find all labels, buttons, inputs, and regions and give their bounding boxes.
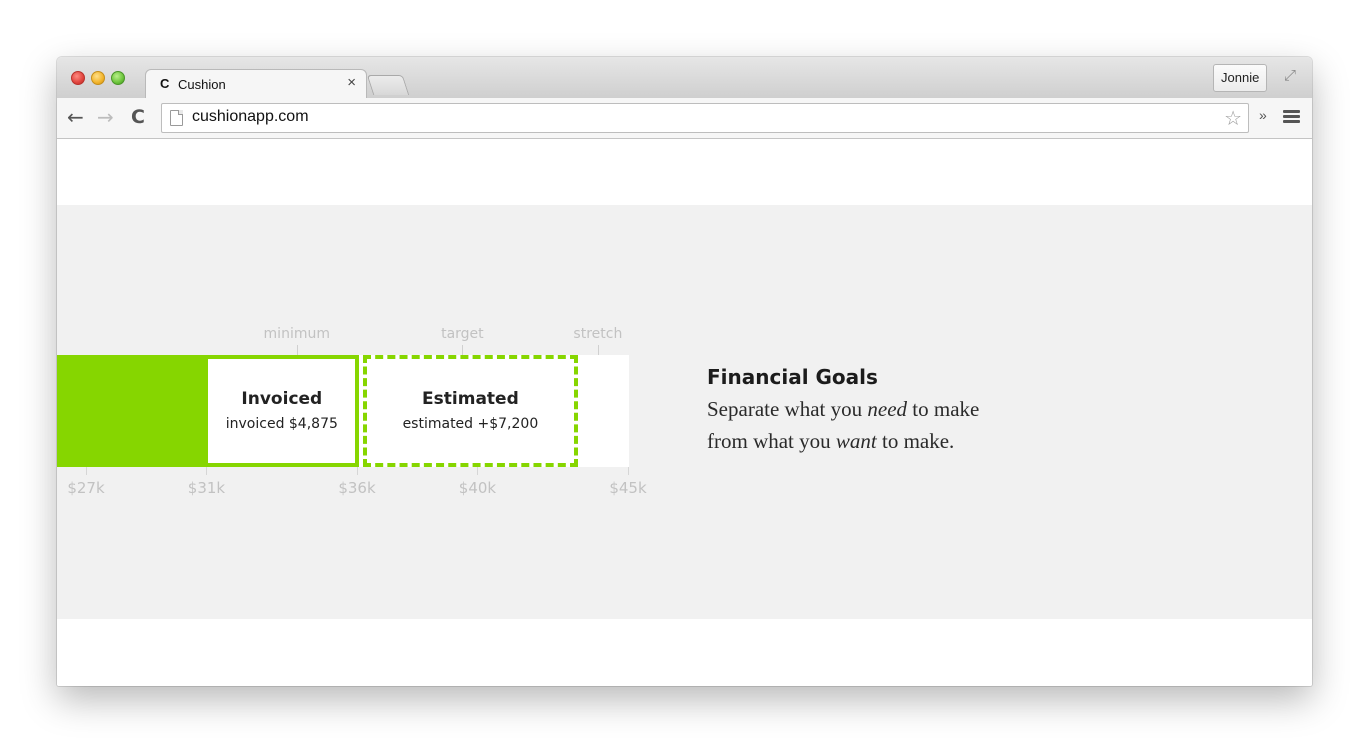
extensions-overflow-icon[interactable]: » [1259,107,1267,123]
menu-icon[interactable] [1283,110,1300,124]
desc-line1-a: Separate what you [707,397,868,421]
desc-line2-b: to make. [876,429,955,453]
goal-label-target: target [441,326,484,342]
tab-title: Cushion [178,77,226,92]
bookmark-star-icon[interactable]: ☆ [1224,106,1242,130]
forward-arrow-icon[interactable]: → [97,104,114,130]
goal-marker [296,345,298,355]
goal-marker [462,345,464,355]
feature-copy: Financial Goals Separate what you need t… [707,365,1027,457]
invoiced-label: invoiced $4,875 [225,416,338,432]
close-window-button[interactable] [71,71,85,85]
fullscreen-icon[interactable]: ⤢ [1284,67,1296,84]
x-tick-mark [628,467,629,475]
profile-button[interactable]: Jonnie [1213,64,1268,92]
financial-goals-chart: Invoiced invoiced $4,875 Estimated estim… [57,205,677,619]
back-arrow-icon[interactable]: ← [67,104,84,130]
x-tick-label: $45k [609,479,647,497]
page-icon [170,110,183,126]
x-tick-mark [357,467,358,475]
desc-line1-b: to make [907,397,980,421]
estimated-segment: Estimated estimated +$7,200 [363,355,578,467]
zoom-window-button[interactable] [111,71,125,85]
address-bar[interactable]: cushionapp.com ☆ [161,103,1249,133]
url-text[interactable]: cushionapp.com [192,108,309,126]
new-tab-button[interactable] [366,75,410,95]
browser-toolbar: ← → C cushionapp.com ☆ » [57,98,1312,139]
browser-window: C Cushion × Jonnie ⤢ ← → C cushionapp.co… [57,57,1312,686]
goal-label-stretch: stretch [573,326,623,342]
earned-segment [57,355,207,467]
desc-line2-a: from what you [707,429,836,453]
estimated-label: estimated +$7,200 [402,416,539,432]
estimated-title: Estimated [422,389,519,409]
invoiced-title: Invoiced [241,389,323,409]
goal-marker [597,345,599,355]
tab-close-icon[interactable]: × [347,74,356,91]
minimize-window-button[interactable] [91,71,105,85]
desc-need: need [867,397,908,421]
tab-strip: C Cushion × Jonnie ⤢ [57,57,1312,100]
reload-icon[interactable]: C [131,104,145,130]
goal-label-minimum: minimum [263,326,330,342]
feature-description: Separate what you need to make from what… [707,393,1027,457]
tab-cushion[interactable]: C Cushion × [145,69,367,100]
x-tick-label: $27k [67,479,105,497]
x-tick-label: $31k [187,479,226,497]
invoiced-segment: Invoiced invoiced $4,875 [204,355,360,467]
desc-want: want [835,429,877,453]
x-tick-label: $36k [338,479,376,497]
page-viewport: Invoiced invoiced $4,875 Estimated estim… [57,139,1312,686]
feature-band: Invoiced invoiced $4,875 Estimated estim… [57,205,1312,619]
x-tick-mark [206,467,208,475]
x-tick-mark [86,467,87,475]
feature-heading: Financial Goals [707,365,878,389]
x-tick-label: $40k [458,479,497,497]
favicon-icon: C [160,76,170,91]
x-tick-mark [477,467,479,475]
